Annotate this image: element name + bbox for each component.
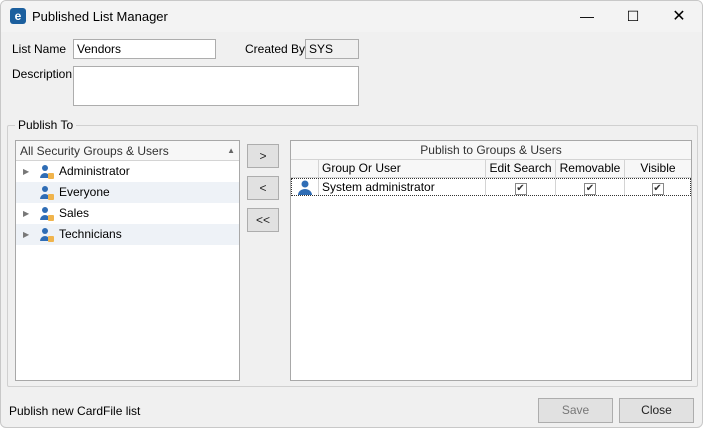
user-icon xyxy=(292,179,319,195)
maximize-button[interactable]: ☐ xyxy=(610,1,656,32)
minimize-button[interactable]: — xyxy=(564,1,610,32)
expand-icon[interactable]: ▶ xyxy=(23,203,29,224)
security-groups-tree[interactable]: All Security Groups & Users ▲ ▶ Administra… xyxy=(15,140,240,381)
tree-item-everyone[interactable]: Everyone xyxy=(16,182,239,203)
tree-item-label: Administrator xyxy=(59,164,130,178)
title-bar: e Published List Manager — ☐ ✕ xyxy=(1,1,702,32)
column-edit-search[interactable]: Edit Search xyxy=(486,160,556,177)
tree-item-technicians[interactable]: ▶ Technicians xyxy=(16,224,239,245)
created-by-field: SYS xyxy=(305,39,359,59)
list-name-label: List Name xyxy=(12,42,67,56)
publish-grid[interactable]: Publish to Groups & Users Group Or User … xyxy=(290,140,692,381)
grid-title: Publish to Groups & Users xyxy=(291,141,691,160)
group-lock-icon xyxy=(40,207,54,221)
tree-header[interactable]: All Security Groups & Users ▲ xyxy=(16,141,239,161)
expand-icon[interactable]: ▶ xyxy=(23,224,29,245)
icon-column-header xyxy=(291,160,319,177)
group-lock-icon xyxy=(40,165,54,179)
grid-column-headers: Group Or User Edit Search Removable Visi… xyxy=(291,160,691,178)
remove-button[interactable]: < xyxy=(247,176,279,200)
tree-item-label: Technicians xyxy=(59,227,122,241)
group-lock-icon xyxy=(40,186,54,200)
close-window-button[interactable]: ✕ xyxy=(656,1,702,32)
close-button[interactable]: Close xyxy=(619,398,694,423)
expand-icon[interactable]: ▶ xyxy=(23,161,29,182)
tree-item-administrator[interactable]: ▶ Administrator xyxy=(16,161,239,182)
add-button[interactable]: > xyxy=(247,144,279,168)
column-removable[interactable]: Removable xyxy=(556,160,625,177)
publish-to-label: Publish To xyxy=(15,118,77,132)
list-name-input[interactable]: Vendors xyxy=(73,39,216,59)
table-row[interactable]: System administrator ✔ ✔ ✔ xyxy=(291,178,691,196)
description-input[interactable] xyxy=(73,66,359,106)
removable-checkbox[interactable]: ✔ xyxy=(584,183,596,195)
group-lock-icon xyxy=(40,228,54,242)
removable-cell: ✔ xyxy=(556,179,625,195)
window-title: Published List Manager xyxy=(32,9,168,24)
edit-search-cell: ✔ xyxy=(486,179,556,195)
remove-all-button[interactable]: << xyxy=(247,208,279,232)
row-name: System administrator xyxy=(319,179,486,195)
visible-cell: ✔ xyxy=(625,179,690,195)
column-group-or-user[interactable]: Group Or User xyxy=(319,160,486,177)
description-label: Description xyxy=(12,67,73,81)
column-visible[interactable]: Visible xyxy=(625,160,691,177)
tree-item-sales[interactable]: ▶ Sales xyxy=(16,203,239,224)
published-list-manager-window: e Published List Manager — ☐ ✕ List Name… xyxy=(0,0,703,428)
created-by-label: Created By xyxy=(245,42,306,56)
visible-checkbox[interactable]: ✔ xyxy=(651,183,664,195)
edit-search-checkbox[interactable]: ✔ xyxy=(514,183,527,195)
sort-up-icon: ▲ xyxy=(227,146,235,155)
app-logo-icon: e xyxy=(10,8,26,24)
tree-item-label: Everyone xyxy=(59,185,110,199)
tree-item-label: Sales xyxy=(59,206,90,220)
status-text: Publish new CardFile list xyxy=(9,404,141,418)
tree-header-label: All Security Groups & Users xyxy=(20,144,169,158)
save-button[interactable]: Save xyxy=(538,398,613,423)
